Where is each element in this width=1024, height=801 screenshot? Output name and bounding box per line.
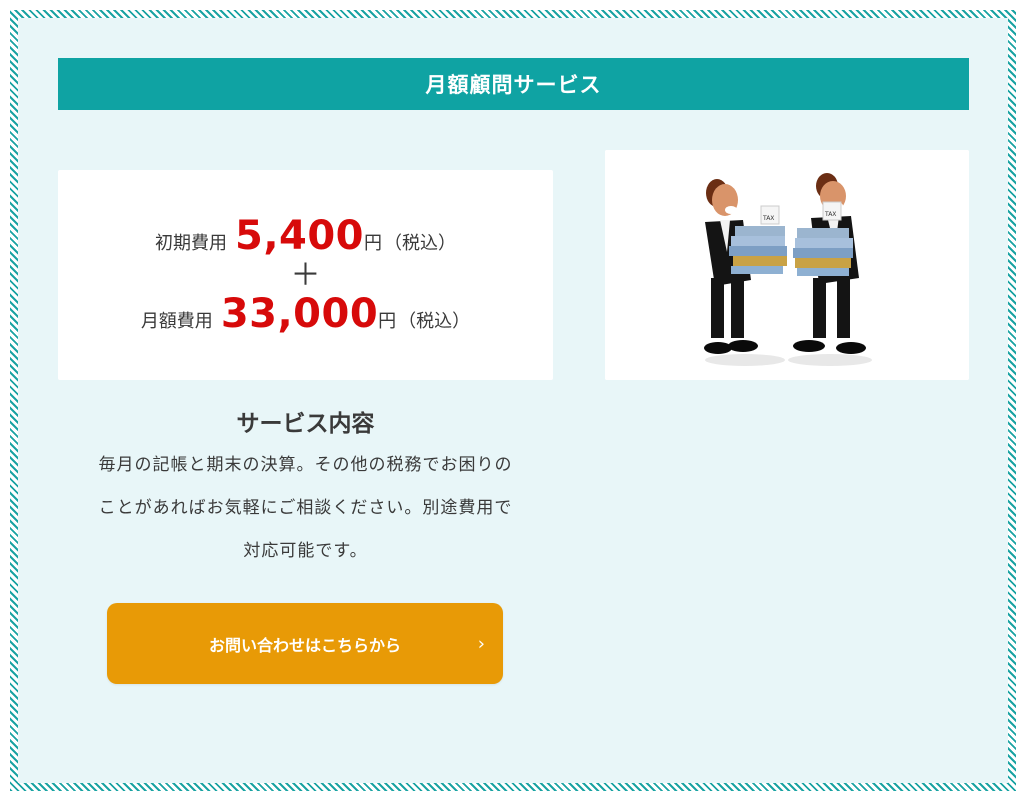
service-content-heading: サービス内容 bbox=[236, 411, 375, 437]
section-header: 月額顧問サービス bbox=[58, 58, 969, 110]
monthly-fee-label: 月額費用 bbox=[140, 311, 213, 332]
initial-fee-tax-note: （税込） bbox=[384, 233, 457, 254]
monthly-fee-tax-note: （税込） bbox=[398, 311, 471, 332]
service-description-line-3: 対応可能です。 bbox=[243, 541, 368, 561]
service-description-line-2: ことがあればお気軽にご相談ください。別途費用で bbox=[98, 498, 513, 518]
price-card: 初期費用 5,400 円 （税込） ＋ 月額費用 33,000 円 （税込） bbox=[58, 170, 553, 380]
service-description: 毎月の記帳と期末の決算。その他の税務でお困りの ことがあればお気軽にご相談くださ… bbox=[58, 444, 553, 573]
monthly-fee-amount: 33,000 bbox=[220, 291, 379, 337]
monthly-fee-row: 月額費用 33,000 円 （税込） bbox=[141, 291, 470, 337]
monthly-fee-unit: 円 bbox=[378, 311, 397, 332]
service-photo: TAX TAX bbox=[605, 150, 969, 380]
initial-fee-unit: 円 bbox=[364, 233, 383, 254]
chevron-right-icon: › bbox=[477, 633, 485, 654]
initial-fee-label: 初期費用 bbox=[154, 233, 227, 254]
businessmen-figurines-image: TAX TAX bbox=[605, 150, 969, 380]
contact-button[interactable]: お問い合わせはこちらから › bbox=[107, 603, 503, 684]
initial-fee-row: 初期費用 5,400 円 （税込） bbox=[155, 213, 456, 259]
service-description-line-1: 毎月の記帳と期末の決算。その他の税務でお困りの bbox=[98, 455, 513, 475]
section-title: 月額顧問サービス bbox=[425, 73, 602, 97]
initial-fee-amount: 5,400 bbox=[234, 213, 365, 259]
left-tax-tag: TAX bbox=[762, 215, 774, 222]
contact-button-label: お問い合わせはこちらから bbox=[208, 635, 401, 655]
plus-sign: ＋ bbox=[290, 258, 321, 293]
right-tax-tag: TAX bbox=[824, 211, 836, 218]
